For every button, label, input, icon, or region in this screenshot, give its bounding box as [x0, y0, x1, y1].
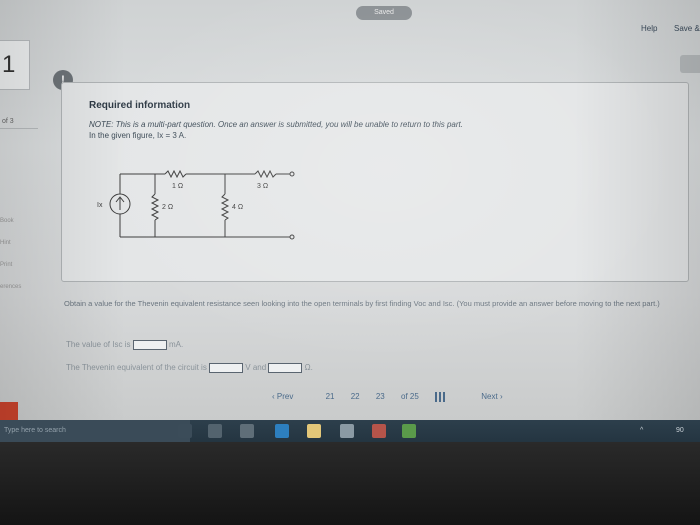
sidebar-item-print[interactable]: Print	[0, 262, 12, 268]
sidebar-item-book[interactable]: Book	[0, 218, 14, 224]
help-link[interactable]: Help	[641, 24, 657, 33]
pagination: ‹ Prev 21 22 23 of 25 Next ›	[272, 392, 517, 408]
grid-icon[interactable]	[435, 392, 446, 402]
tray-clock: 90	[676, 427, 684, 434]
isc-input[interactable]	[132, 340, 167, 350]
next-button[interactable]: Next ›	[481, 392, 502, 401]
page-count: of 25	[401, 392, 419, 402]
mic-icon[interactable]	[178, 424, 192, 438]
saved-indicator: Saved	[356, 6, 412, 20]
notification-badge	[0, 402, 18, 420]
r4-label: 4 Ω	[232, 204, 243, 211]
page-21[interactable]: 21	[326, 392, 335, 401]
r3-label: 3 Ω	[257, 183, 268, 190]
card-note: NOTE: This is a multi-part question. Onc…	[89, 120, 463, 129]
taskbar: Type here to search ^ 90	[0, 420, 700, 442]
page-23[interactable]: 23	[376, 392, 385, 401]
question-count: of 3	[2, 118, 14, 125]
rth-unit: Ω.	[304, 363, 313, 373]
check-button[interactable]	[680, 55, 700, 73]
r2-label: 2 Ω	[162, 204, 173, 211]
task-view-icon[interactable]	[208, 424, 222, 438]
edge-icon[interactable]	[275, 424, 289, 438]
vth-input[interactable]	[209, 363, 244, 373]
isc-label: The value of Isc is	[66, 340, 131, 350]
question-number: 1	[0, 40, 30, 90]
prev-button[interactable]: ‹ Prev	[272, 392, 293, 401]
folder-icon[interactable]	[307, 424, 321, 438]
isc-answer-line: The value of Isc is mA.	[66, 340, 183, 350]
taskbar-search[interactable]: Type here to search	[0, 420, 190, 442]
prompt-text: Obtain a value for the Thevenin equivale…	[64, 299, 660, 308]
card-given: In the given figure, Ix = 3 A.	[89, 131, 187, 140]
desk-background	[0, 442, 700, 525]
top-bar: Saved Help Save &	[0, 0, 700, 33]
card-title: Required information	[89, 100, 191, 111]
store-icon[interactable]	[340, 424, 354, 438]
vth-unit: V and	[245, 363, 267, 373]
chrome-icon[interactable]	[402, 424, 416, 438]
people-icon[interactable]	[240, 424, 254, 438]
rth-input[interactable]	[268, 363, 303, 373]
r1-label: 1 Ω	[172, 183, 183, 190]
isc-unit: mA.	[168, 340, 184, 350]
circuit-diagram: Ix 1 Ω 2 Ω 3 Ω 4 Ω	[97, 169, 295, 240]
thevenin-label: The Thevenin equivalent of the circuit i…	[66, 363, 207, 373]
source-label: Ix	[97, 202, 103, 209]
app-icon[interactable]	[372, 424, 386, 438]
sidebar-item-hint[interactable]: Hint	[0, 240, 11, 246]
tray-up-icon[interactable]: ^	[640, 427, 643, 434]
page-22[interactable]: 22	[351, 392, 360, 401]
thevenin-answer-line: The Thevenin equivalent of the circuit i…	[66, 363, 313, 373]
browser-screen: Saved Help Save & 1 of 3 Book Hint Print…	[0, 0, 700, 420]
save-exit-link[interactable]: Save &	[674, 24, 700, 33]
sidebar-item-references[interactable]: erences	[0, 284, 21, 290]
sidebar-divider	[0, 128, 38, 129]
